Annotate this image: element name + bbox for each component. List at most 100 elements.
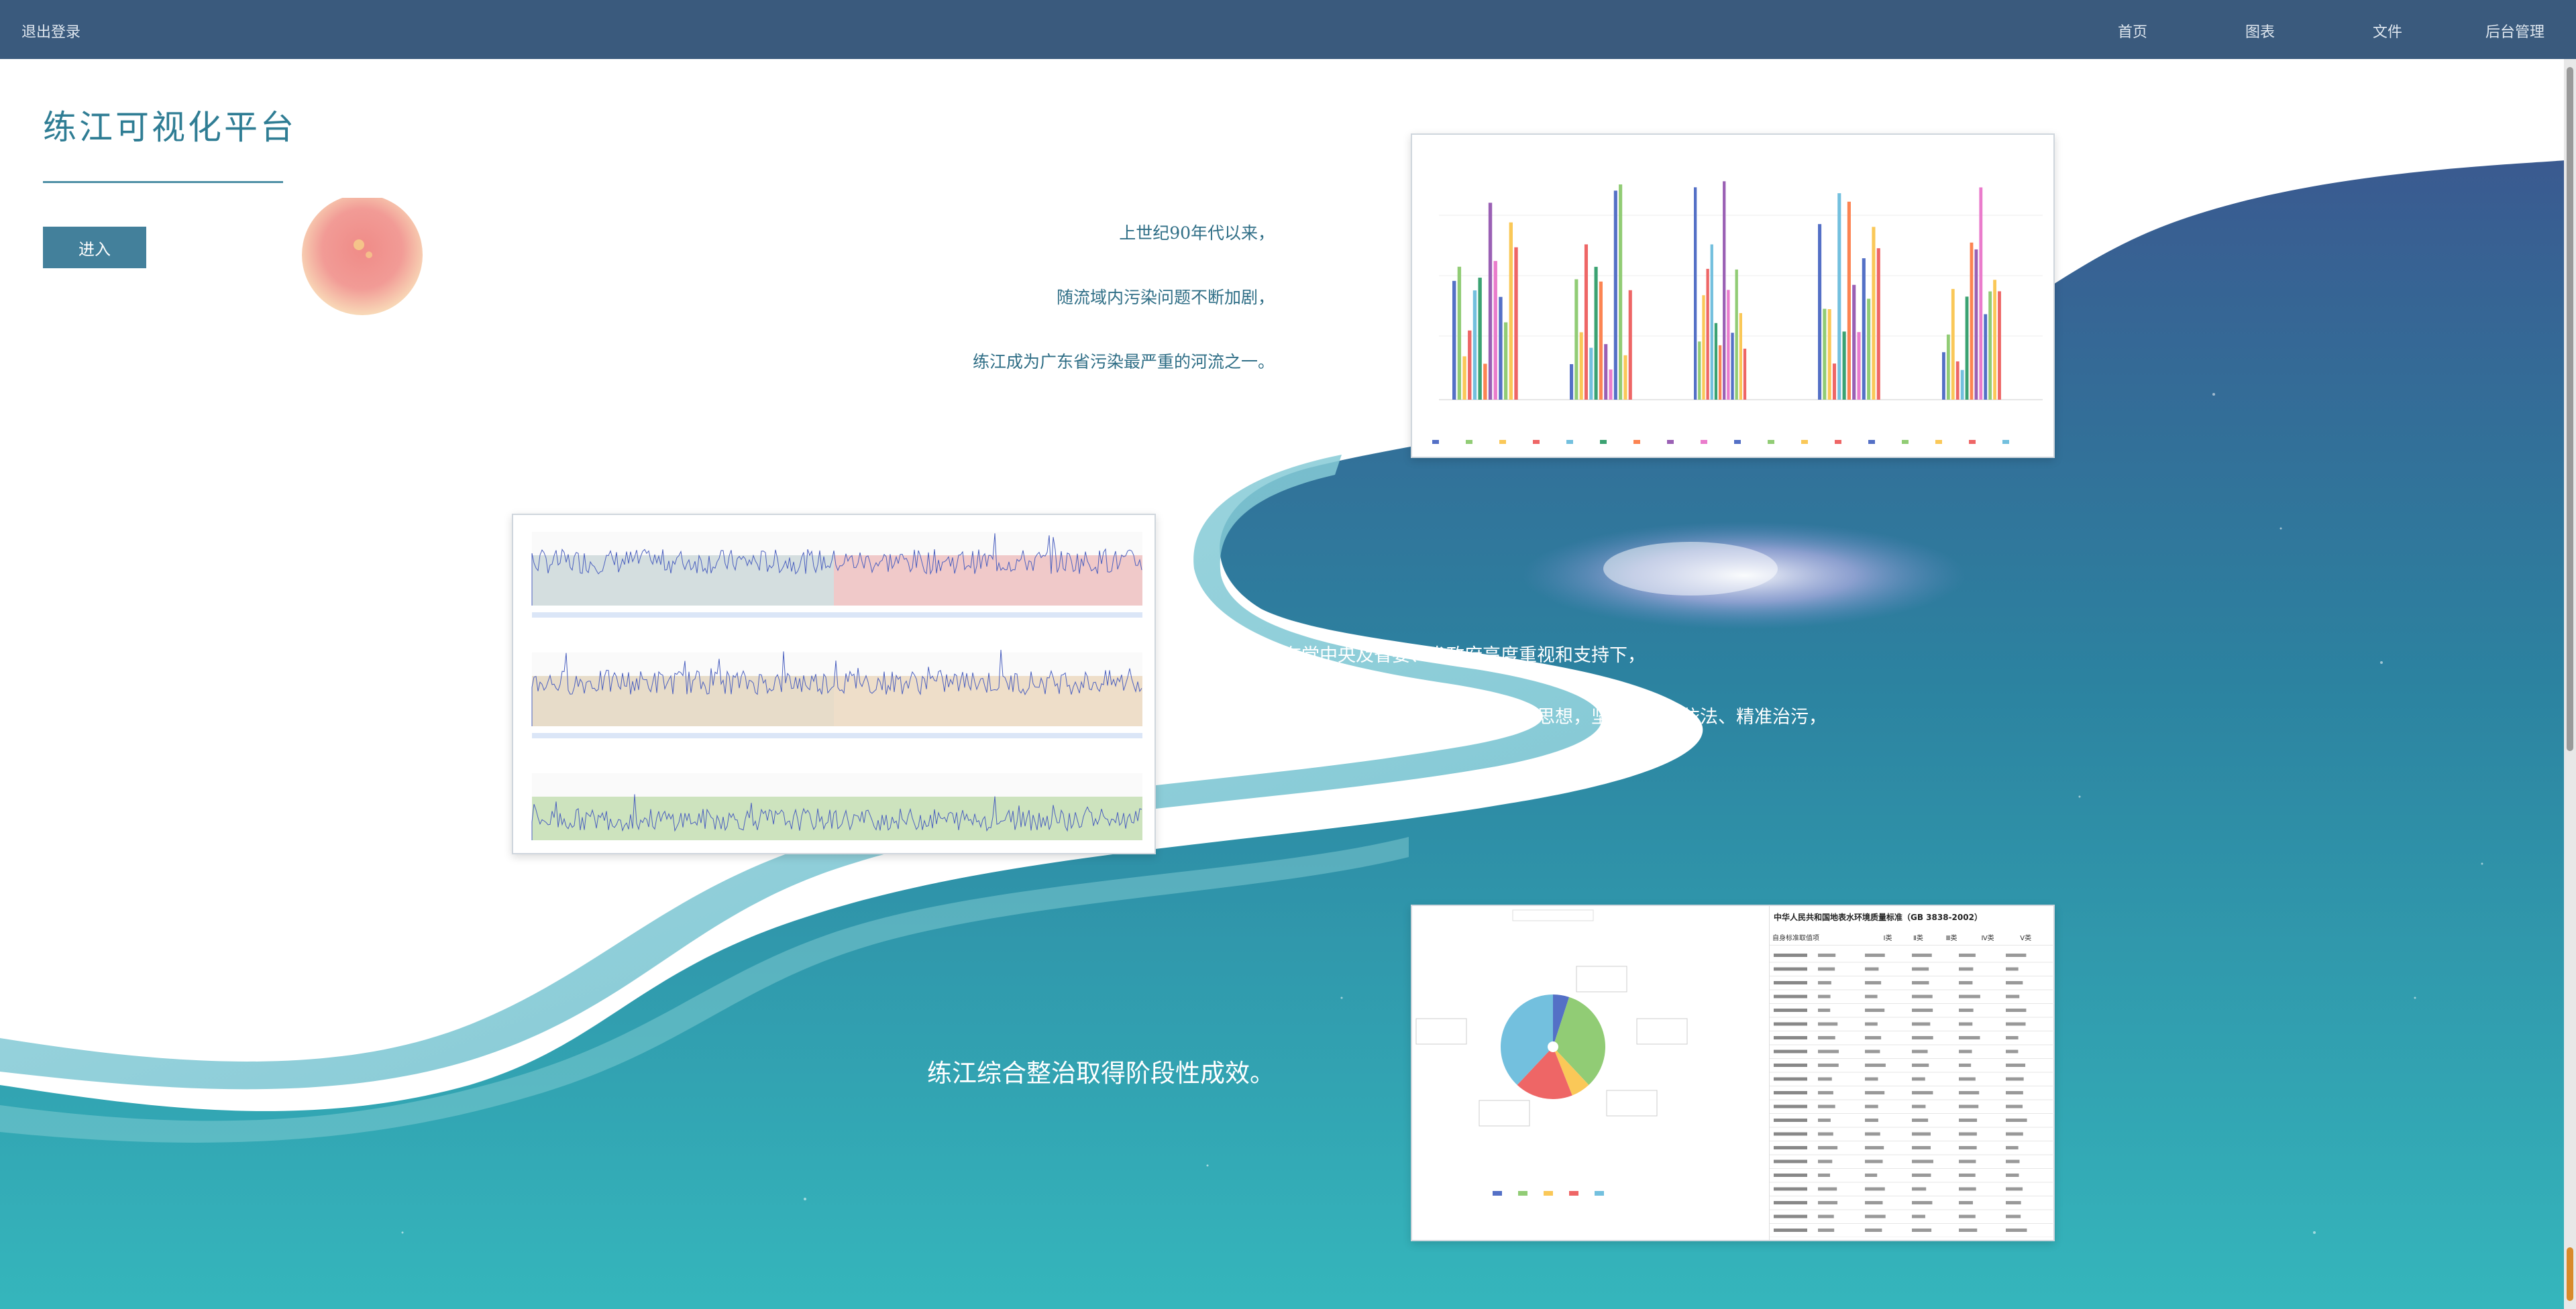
cell-text <box>1818 967 1835 971</box>
bar <box>1509 222 1513 400</box>
bar <box>1698 341 1701 400</box>
bar <box>1462 356 1466 400</box>
cell-text <box>1865 1119 1878 1122</box>
scrollbar-thumb[interactable] <box>2567 67 2573 751</box>
top-nav-bar: 退出登录 首页 图表 文件 后台管理 <box>0 0 2576 59</box>
table-header-cell: 自身标准取值项 <box>1770 929 1881 946</box>
cell-text <box>2006 1174 2019 1177</box>
cell-text <box>2006 1214 2021 1218</box>
table-body-thumbnail <box>1770 954 2053 1237</box>
intro-line-2: 随流域内污染问题不断加剧， <box>1056 288 1275 307</box>
cell-text <box>1912 1077 1925 1081</box>
cell-text <box>1865 1201 1883 1204</box>
table-header-cell: Ⅰ类 <box>1880 929 1911 946</box>
cell-text <box>1865 1036 1882 1039</box>
table-header-cell: Ⅳ类 <box>1978 929 2018 946</box>
cell-text <box>1818 1159 1833 1163</box>
cell-text <box>1865 967 1879 971</box>
pie-label-box <box>1636 1018 1688 1045</box>
cell-text <box>1865 954 1885 957</box>
cell-text <box>1774 1064 1807 1067</box>
cell-text <box>1774 1022 1807 1026</box>
cell-text <box>1774 967 1807 971</box>
cell-text <box>1774 1091 1807 1094</box>
cell-text <box>1912 1091 1933 1094</box>
bar <box>1457 266 1462 400</box>
cell-text <box>2006 954 2027 957</box>
cell-text <box>1865 994 1878 999</box>
legend-swatch <box>1768 440 1774 444</box>
pie-label-box <box>1606 1090 1658 1117</box>
nav-home[interactable]: 首页 <box>2118 20 2147 42</box>
bar <box>1942 352 1945 400</box>
cell-text <box>1774 1214 1807 1218</box>
legend-swatch <box>1935 440 1942 444</box>
cell-text <box>1818 1049 1839 1054</box>
cell-text <box>2006 967 2019 971</box>
scrollbar-indicator <box>2567 1247 2573 1301</box>
cell-text <box>1818 1091 1833 1094</box>
timeseries-card[interactable] <box>512 514 1156 854</box>
bar <box>1718 345 1722 400</box>
pie-table-card[interactable]: 中华人民共和国地表水环境质量标准（GB 3838-2002） 自身标准取值项 Ⅰ… <box>1411 905 2055 1241</box>
cell-text <box>1959 1174 1976 1177</box>
cell-text <box>1912 1159 1933 1163</box>
cell-text <box>1865 1174 1878 1177</box>
bar <box>1960 369 1964 400</box>
cell-text <box>2006 1104 2023 1108</box>
bar-chart-card[interactable] <box>1411 133 2055 458</box>
cell-text <box>1865 1132 1880 1136</box>
bar <box>1628 290 1632 400</box>
bar <box>1589 347 1593 400</box>
logout-link[interactable]: 退出登录 <box>21 20 80 42</box>
bar <box>1594 266 1598 400</box>
pie-label-box <box>1576 966 1627 992</box>
bar <box>1570 364 1574 400</box>
cell-text <box>1959 981 1973 984</box>
nav-admin[interactable]: 后台管理 <box>2485 20 2544 42</box>
enter-button[interactable]: 进入 <box>43 227 146 268</box>
bar <box>1574 279 1578 400</box>
legend-swatch <box>1902 440 1909 444</box>
cell-text <box>1818 1146 1838 1149</box>
legend-swatch <box>1734 440 1741 444</box>
bar <box>1493 261 1497 400</box>
cell-text <box>1818 1229 1835 1232</box>
cell-text <box>1774 1159 1807 1163</box>
cell-text <box>1818 1022 1838 1026</box>
area-fill <box>834 797 1142 840</box>
bar <box>1988 291 1992 400</box>
cell-text <box>1865 1104 1878 1108</box>
cell-text <box>1865 1049 1880 1054</box>
cell-text <box>1774 1146 1807 1149</box>
bar <box>1955 361 1960 400</box>
cell-text <box>1912 1049 1928 1054</box>
cell-text <box>1959 1132 1977 1136</box>
cell-text <box>1912 981 1929 984</box>
cell-text <box>1818 981 1831 984</box>
nav-charts[interactable]: 图表 <box>2245 20 2275 42</box>
cell-text <box>1912 1174 1931 1177</box>
pie-hole <box>1548 1041 1558 1052</box>
mid-line-2: 汕头市深入践行习近平生态文明思想，坚持科学、依法、精准治污， <box>1283 707 1827 728</box>
bar <box>1723 181 1726 400</box>
cell-text <box>1865 1214 1886 1218</box>
bar <box>1970 242 1974 400</box>
bar <box>1499 296 1503 400</box>
table-header-row: 自身标准取值项 Ⅰ类 Ⅱ类 Ⅲ类 Ⅳ类 Ⅴ类 <box>1770 929 2053 946</box>
cell-text <box>1912 994 1933 999</box>
table-header-cell: Ⅴ类 <box>2017 929 2053 946</box>
cell-text <box>2006 1119 2027 1122</box>
cell-text <box>1774 954 1807 957</box>
bar <box>1965 296 1969 400</box>
bar <box>1613 190 1617 400</box>
cell-text <box>1818 1119 1831 1122</box>
bar <box>1619 184 1623 400</box>
cell-text <box>1912 1187 1927 1191</box>
bar <box>1579 332 1583 400</box>
nav-files[interactable]: 文件 <box>2373 20 2402 42</box>
bar <box>1478 278 1482 400</box>
cell-text <box>1818 954 1836 957</box>
cell-text <box>1912 1119 1929 1122</box>
cell-text <box>1865 1146 1884 1149</box>
